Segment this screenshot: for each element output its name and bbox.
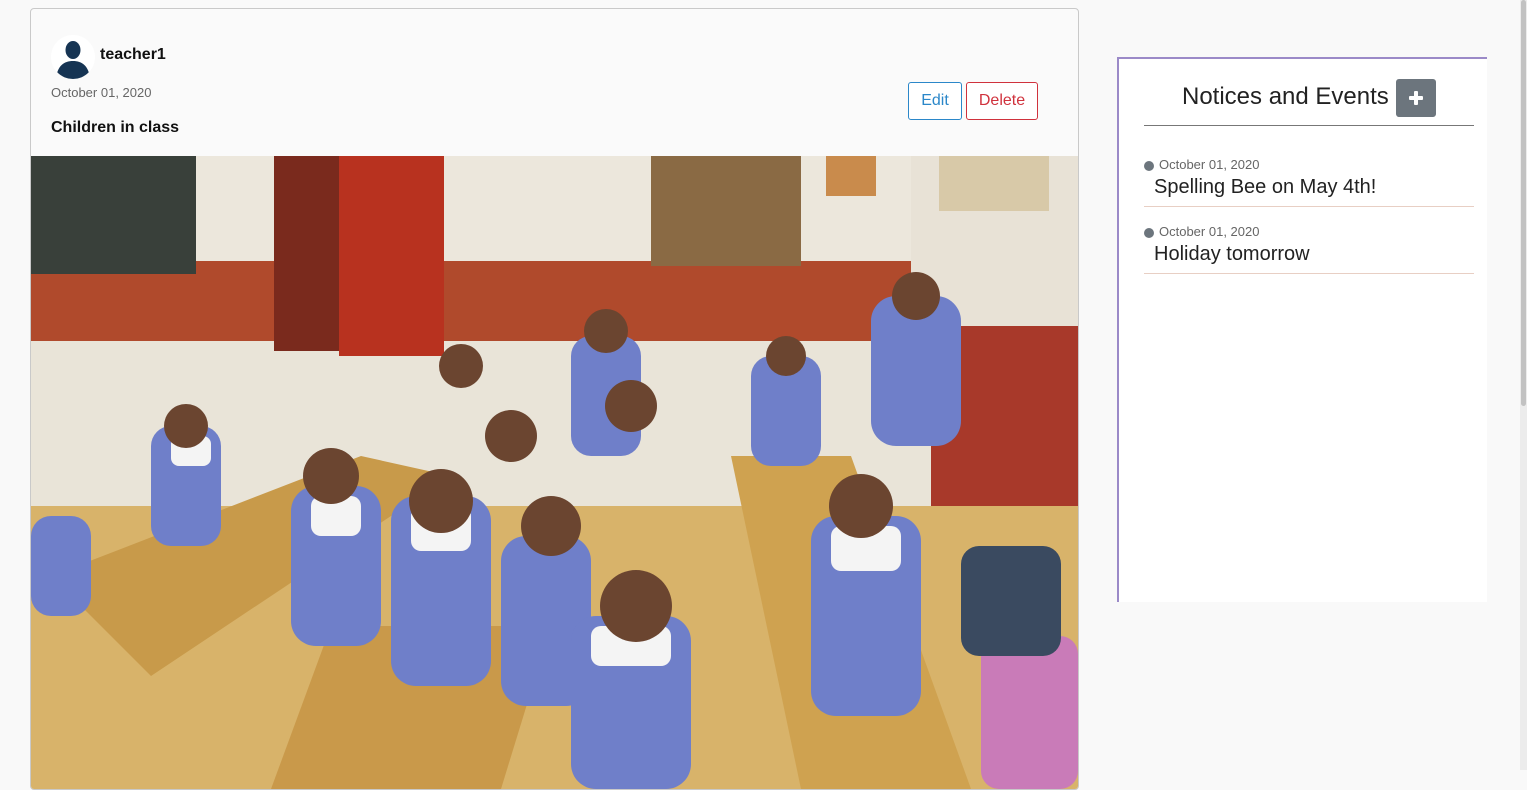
plus-icon	[1409, 91, 1423, 105]
notice-item[interactable]: October 01, 2020 Spelling Bee on May 4th…	[1144, 155, 1474, 207]
post-caption: Children in class	[51, 119, 180, 136]
bullet-icon	[1144, 228, 1154, 238]
notices-panel: Notices and Events October 01, 2020 Spel…	[1117, 57, 1487, 602]
notice-date: October 01, 2020	[1159, 157, 1260, 172]
user-silhouette-icon	[51, 35, 95, 79]
post-photo	[31, 156, 1078, 789]
delete-button[interactable]: Delete	[966, 82, 1038, 120]
scrollbar-thumb[interactable]	[1521, 0, 1526, 406]
notice-item[interactable]: October 01, 2020 Holiday tomorrow	[1144, 222, 1474, 274]
notice-text[interactable]: Holiday tomorrow	[1154, 243, 1310, 266]
post-author[interactable]: teacher1	[100, 46, 166, 64]
post-date: October 01, 2020	[51, 85, 152, 100]
notices-list: October 01, 2020 Spelling Bee on May 4th…	[1144, 155, 1474, 289]
notices-title: Notices and Events	[1182, 83, 1389, 110]
avatar[interactable]	[51, 35, 95, 79]
page-scrollbar[interactable]	[1520, 0, 1527, 770]
post-card: teacher1 October 01, 2020 Children in cl…	[30, 8, 1079, 790]
edit-button[interactable]: Edit	[908, 82, 962, 120]
notice-date: October 01, 2020	[1159, 224, 1260, 239]
notices-divider	[1144, 125, 1474, 126]
bullet-icon	[1144, 161, 1154, 171]
add-notice-button[interactable]	[1396, 79, 1436, 117]
notice-text[interactable]: Spelling Bee on May 4th!	[1154, 176, 1376, 199]
